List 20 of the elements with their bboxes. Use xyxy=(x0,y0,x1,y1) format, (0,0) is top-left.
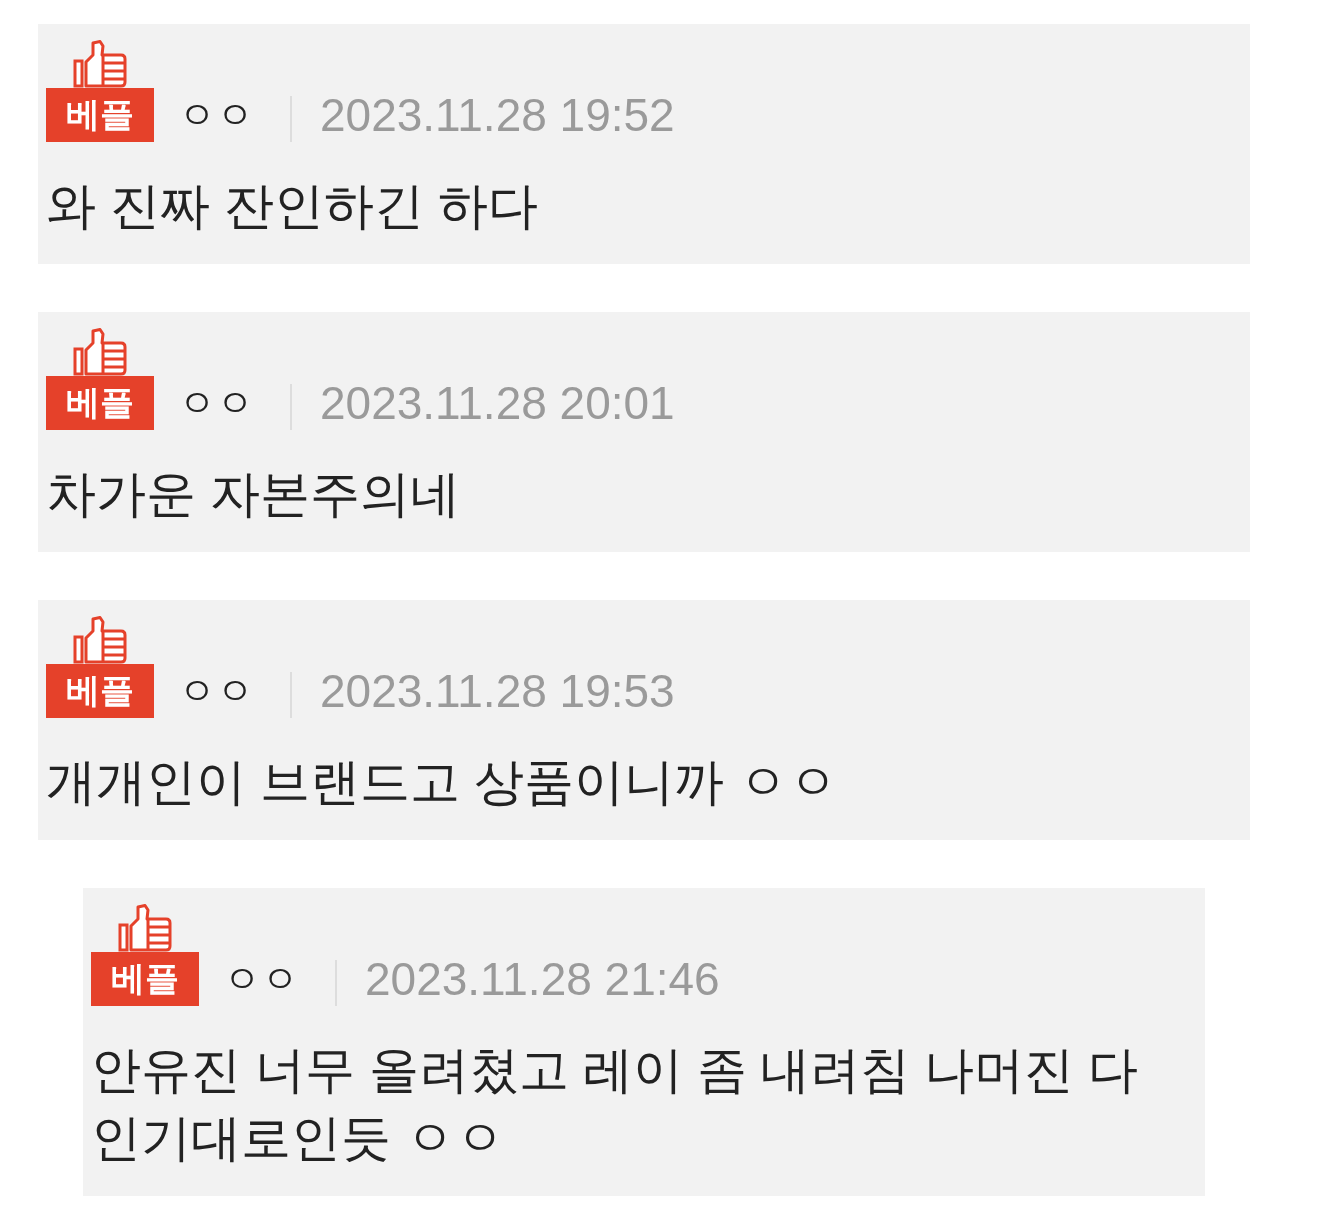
author-name: ㅇㅇ xyxy=(178,93,254,138)
thumbs-up-icon xyxy=(73,40,127,88)
comment-text: 차가운 자본주의네 xyxy=(46,465,461,524)
comment-date: 2023.11.28 19:52 xyxy=(320,88,675,142)
comment-text: 와 진짜 잔인하긴 하다 xyxy=(46,177,539,236)
best-badge: 베플 xyxy=(46,88,154,142)
comment-text: 개개인이 브랜드고 상품이니까 ㅇㅇ xyxy=(46,753,839,812)
author-name: ㅇㅇ xyxy=(178,669,254,714)
thumbs-up-icon xyxy=(73,328,127,376)
thumbs-up-icon xyxy=(73,616,127,664)
best-badge: 베플 xyxy=(46,376,154,430)
thumbs-up-icon xyxy=(118,904,172,952)
best-badge: 베플 xyxy=(46,664,154,718)
comment-text: 안유진 너무 올려쳤고 레이 좀 내려침 나머진 다 인기대로인듯 ㅇㅇ xyxy=(91,1041,1140,1168)
best-badge: 베플 xyxy=(91,952,199,1006)
author-name: ㅇㅇ xyxy=(178,381,254,426)
comment-date: 2023.11.28 21:46 xyxy=(365,952,720,1006)
comment-date: 2023.11.28 19:53 xyxy=(320,664,675,718)
comment-date: 2023.11.28 20:01 xyxy=(320,376,675,430)
author-name: ㅇㅇ xyxy=(223,957,299,1002)
